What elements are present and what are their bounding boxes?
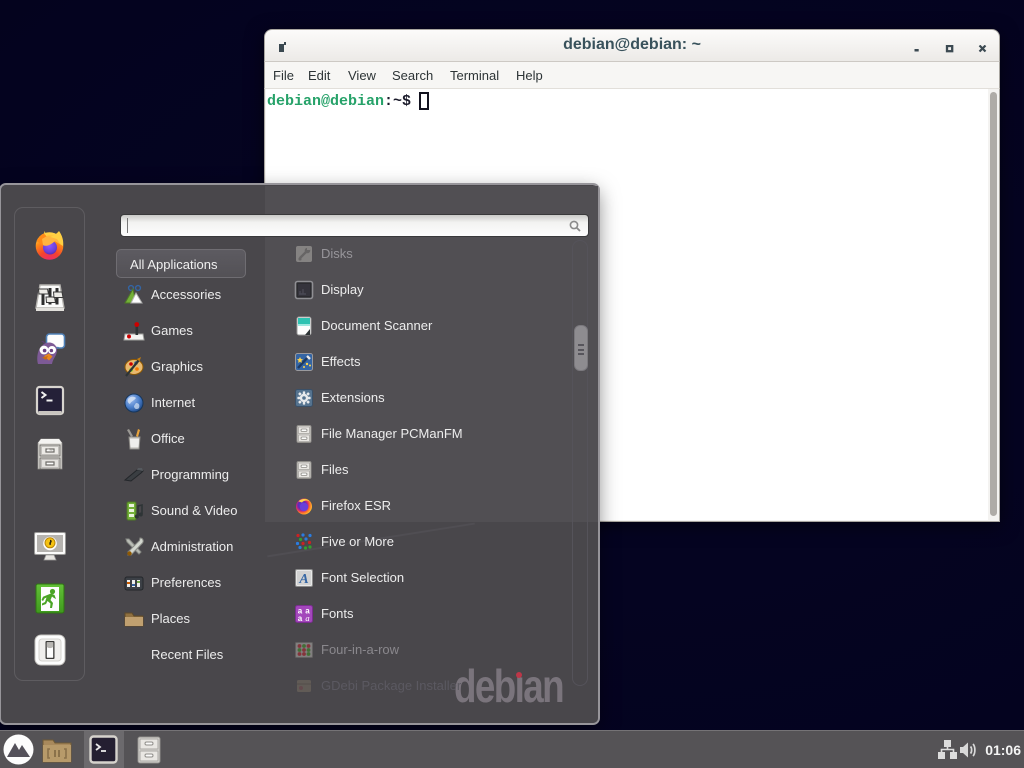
svg-text:a: a <box>298 614 303 623</box>
svg-text:A: A <box>298 572 308 587</box>
svg-text:a: a <box>305 613 309 623</box>
